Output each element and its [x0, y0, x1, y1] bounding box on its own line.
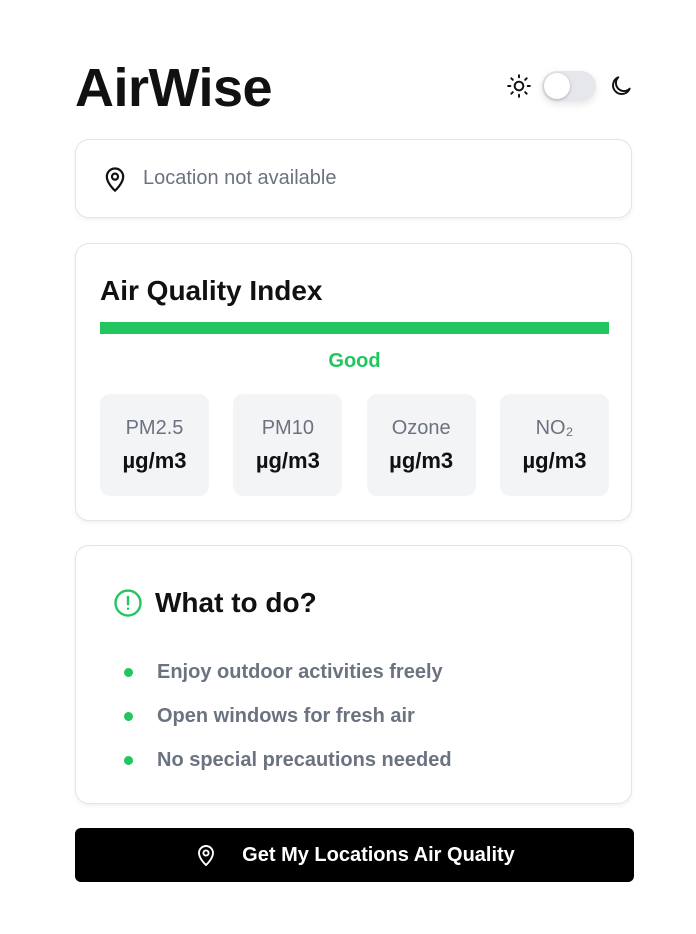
- aqi-title: Air Quality Index: [100, 275, 323, 306]
- pollutant-tile-ozone: Ozone µg/m3: [366, 394, 476, 496]
- aqi-status: Good: [328, 350, 381, 372]
- moon-icon: [608, 73, 634, 99]
- app-title: AirWise: [75, 58, 273, 118]
- pollutant-unit: µg/m3: [122, 448, 187, 473]
- pollutant-grid: PM2.5 µg/m3 PM10 µg/m3 Ozone µg/m3 NO₂ µ…: [100, 394, 609, 496]
- dark-mode-switch[interactable]: [542, 71, 596, 101]
- location-text: Location not available: [143, 167, 337, 189]
- pollutant-name: NO₂: [535, 417, 574, 439]
- advice-item-text: Enjoy outdoor activities freely: [157, 660, 443, 683]
- switch-knob: [544, 73, 570, 99]
- app-container: AirWise Location not available Air Quali…: [0, 0, 696, 934]
- pollutant-name: PM10: [261, 417, 314, 439]
- sun-icon: [506, 73, 532, 99]
- bullet-dot: [124, 755, 133, 765]
- pollutant-tile-no2: NO₂ µg/m3: [499, 394, 609, 496]
- get-location-air-quality-button[interactable]: Get My Locations Air Quality: [75, 828, 634, 882]
- advice-item-text: Open windows for fresh air: [157, 704, 415, 727]
- pollutant-unit: µg/m3: [522, 448, 587, 473]
- cta-label: Get My Locations Air Quality: [242, 843, 515, 866]
- advice-title: What to do?: [155, 587, 317, 618]
- list-item: Open windows for fresh air: [124, 694, 452, 738]
- advice-item-text: No special precautions needed: [157, 748, 452, 771]
- bullet-dot: [124, 711, 133, 721]
- alert-circle-icon: [113, 588, 143, 618]
- theme-toggle: [506, 68, 636, 104]
- advice-header: What to do?: [113, 586, 317, 620]
- location-card: Location not available: [75, 139, 632, 218]
- pollutant-name: Ozone: [391, 417, 451, 439]
- pollutant-unit: µg/m3: [389, 448, 454, 473]
- map-pin-icon: [194, 843, 218, 867]
- pollutant-tile-pm10: PM10 µg/m3: [233, 394, 343, 496]
- pollutant-unit: µg/m3: [255, 448, 320, 473]
- map-pin-icon: [101, 165, 129, 193]
- pollutant-name: PM2.5: [125, 417, 184, 439]
- bullet-dot: [124, 667, 133, 677]
- advice-list: Enjoy outdoor activities freely Open win…: [124, 650, 452, 782]
- aqi-card: Air Quality Index Good PM2.5 µg/m3 PM10 …: [75, 243, 632, 521]
- list-item: Enjoy outdoor activities freely: [124, 650, 452, 694]
- aqi-level-bar: [100, 322, 609, 334]
- aqi-level-fill: [100, 322, 609, 334]
- list-item: No special precautions needed: [124, 738, 452, 782]
- pollutant-tile-pm25: PM2.5 µg/m3: [100, 394, 209, 496]
- advice-card: What to do? Enjoy outdoor activities fre…: [75, 545, 632, 804]
